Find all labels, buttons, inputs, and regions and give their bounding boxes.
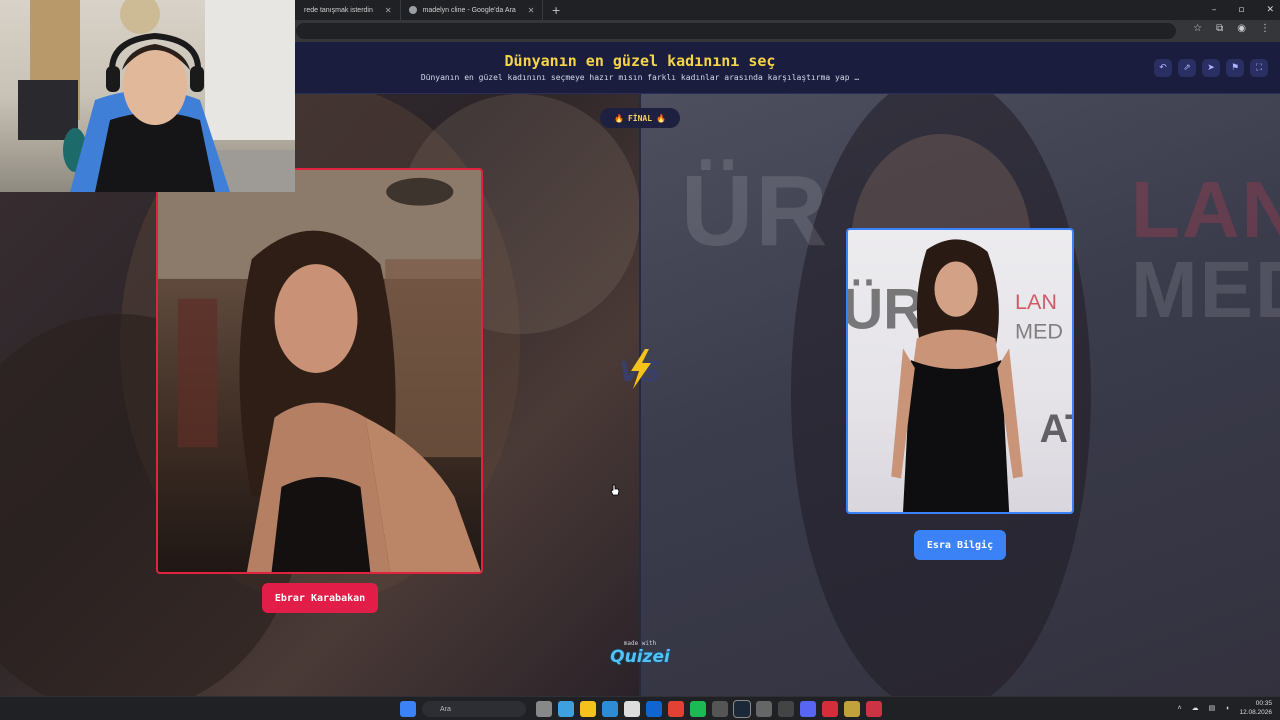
round-badge: 🔥 FİNAL 🔥 [600, 108, 680, 128]
task-view-icon[interactable] [536, 701, 552, 717]
edge-icon[interactable] [602, 701, 618, 717]
contestant-name-right[interactable]: Esra Bilgiç [914, 530, 1006, 560]
address-input[interactable] [296, 23, 1176, 39]
clock-date: 12.08.2026 [1239, 709, 1272, 716]
browser-tab[interactable]: madelyn cline - Google'da Ara ✕ [401, 0, 544, 20]
store-icon[interactable] [624, 701, 640, 717]
taskbar: Ara ˄ ☁ ▤ ◖ 00:35 12.08.2026 [0, 696, 1280, 720]
svg-text:MED: MED [1015, 318, 1063, 343]
vs-lightning-icon: VS [619, 349, 661, 389]
app-icon[interactable] [778, 701, 794, 717]
bookmark-star-icon[interactable]: ☆ [1193, 23, 1202, 34]
contestant-card-right[interactable]: ÜR LAN MED AT [846, 228, 1074, 514]
close-window-button[interactable]: ✕ [1266, 5, 1274, 15]
brand-logo: Quizei [610, 647, 670, 667]
share-icon[interactable]: ⇗ [1178, 59, 1196, 77]
discord-icon[interactable] [800, 701, 816, 717]
fullscreen-icon[interactable]: ⛶ [1250, 59, 1268, 77]
svg-text:AT: AT [1040, 407, 1072, 451]
close-tab-icon[interactable]: ✕ [385, 6, 392, 15]
close-tab-icon[interactable]: ✕ [528, 6, 535, 15]
svg-text:ÜR: ÜR [848, 278, 924, 342]
menu-icon[interactable]: ⋮ [1260, 23, 1270, 34]
steam-icon[interactable] [733, 700, 751, 718]
new-tab-button[interactable]: + [543, 4, 568, 17]
file-explorer-icon[interactable] [580, 701, 596, 717]
system-tray: ˄ ☁ ▤ ◖ 00:35 12.08.2026 [1178, 699, 1273, 717]
flag-icon[interactable]: ⚑ [1226, 59, 1244, 77]
made-with-label: made with [623, 640, 657, 647]
contestant-photo-right: ÜR LAN MED AT [848, 239, 1072, 512]
contestant-card-left[interactable] [156, 168, 483, 574]
network-icon[interactable]: ▤ [1209, 704, 1216, 712]
app-icon[interactable] [844, 701, 860, 717]
chevron-up-icon[interactable]: ˄ [1178, 705, 1182, 712]
obs-icon[interactable] [712, 701, 728, 717]
volume-icon[interactable]: ◖ [1225, 705, 1229, 712]
search-placeholder: Ara [440, 705, 451, 713]
maximize-button[interactable]: ▫ [1238, 5, 1244, 15]
made-with-badge[interactable]: made with Quizei [600, 640, 680, 667]
pinned-apps [536, 700, 882, 718]
send-icon[interactable]: ➤ [1202, 59, 1220, 77]
background-decoration: MED [1131, 245, 1280, 334]
webcam-overlay [0, 0, 295, 192]
profile-icon[interactable]: ◉ [1237, 23, 1246, 34]
contestant-photo-left [158, 170, 481, 572]
svg-text:LAN: LAN [1015, 289, 1057, 314]
app-icon[interactable] [756, 701, 772, 717]
app-icon[interactable] [866, 701, 882, 717]
screen: rede tanışmak isterdin ✕ madelyn cline -… [0, 0, 1280, 720]
cloud-icon[interactable]: ☁ [1192, 704, 1199, 712]
taskbar-search[interactable]: Ara [422, 701, 526, 717]
webcam-feed [18, 0, 295, 192]
undo-icon[interactable]: ↶ [1154, 59, 1172, 77]
background-decoration: LAN [1131, 165, 1280, 254]
extensions-icon[interactable]: ⧉ [1216, 23, 1223, 34]
google-favicon-icon [408, 6, 417, 14]
background-decoration: ÜR [681, 155, 830, 267]
round-label: FİNAL [627, 113, 653, 123]
clock-time: 00:35 [1255, 700, 1272, 707]
taskbar-apps [400, 701, 416, 717]
widgets-icon[interactable] [558, 701, 574, 717]
minimize-button[interactable]: – [1212, 5, 1217, 15]
mail-icon[interactable] [646, 701, 662, 717]
browser-toolbar: ☆ ⧉ ◉ ⋮ [1193, 23, 1270, 34]
clock[interactable]: 00:35 12.08.2026 [1239, 699, 1272, 717]
tab-label: rede tanışmak isterdin [304, 6, 373, 14]
browser-tab[interactable]: rede tanışmak isterdin ✕ [296, 0, 401, 20]
app-icon[interactable] [822, 701, 838, 717]
hand-cursor-icon [610, 484, 620, 496]
chrome-icon[interactable] [668, 701, 684, 717]
fire-icon: 🔥 [613, 113, 624, 123]
window-controls: – ▫ ✕ [1212, 0, 1274, 20]
tab-label: madelyn cline - Google'da Ara [422, 6, 516, 14]
spotify-icon[interactable] [690, 701, 706, 717]
start-icon[interactable] [400, 701, 416, 717]
contestant-name-left[interactable]: Ebrar Karabakan [262, 583, 378, 613]
header-actions: ↶ ⇗ ➤ ⚑ ⛶ [1154, 59, 1268, 77]
fire-icon: 🔥 [656, 113, 667, 123]
